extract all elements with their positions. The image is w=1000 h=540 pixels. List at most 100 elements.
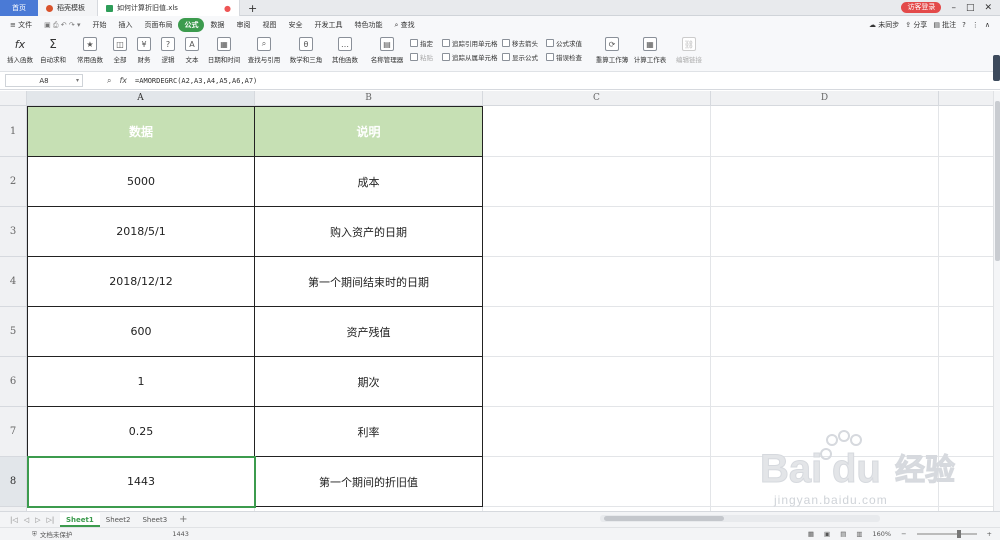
- cell-c8[interactable]: [483, 457, 711, 507]
- cell-a5[interactable]: 600: [27, 307, 255, 357]
- cell-e1[interactable]: [939, 106, 993, 157]
- cell-c7[interactable]: [483, 407, 711, 457]
- row-header-4[interactable]: 4: [0, 257, 27, 307]
- view-reading-icon[interactable]: ▥: [856, 530, 862, 538]
- column-header-d[interactable]: D: [711, 91, 939, 106]
- close-tab-icon[interactable]: ●: [224, 4, 231, 13]
- cell-b5[interactable]: 资产残值: [255, 307, 483, 357]
- specify-button[interactable]: 指定: [410, 38, 433, 48]
- view-page-icon[interactable]: ▣: [824, 530, 830, 538]
- row-header-7[interactable]: 7: [0, 407, 27, 457]
- show-formulas-button[interactable]: 显示公式: [502, 52, 538, 62]
- column-header-e[interactable]: [939, 91, 993, 106]
- zoom-out-icon[interactable]: −: [901, 530, 906, 538]
- side-panel-toggle[interactable]: [993, 55, 1000, 81]
- home-tab[interactable]: 首页: [0, 0, 38, 16]
- collapse-ribbon-icon[interactable]: ∧: [985, 21, 990, 29]
- row-header-5[interactable]: 5: [0, 307, 27, 357]
- quick-access-icons[interactable]: ▣ ⎙ ↶ ↷ ▾: [38, 18, 86, 32]
- cell-d1[interactable]: [711, 106, 939, 157]
- sheet-tab-sheet3[interactable]: Sheet3: [136, 513, 173, 527]
- name-box[interactable]: A8 ▾: [5, 74, 83, 87]
- maximize-icon[interactable]: □: [966, 3, 975, 13]
- menu-review[interactable]: 审阅: [230, 18, 256, 32]
- cell-d6[interactable]: [711, 357, 939, 407]
- other-functions-button[interactable]: … 其他函数: [330, 37, 360, 69]
- row-header-2[interactable]: 2: [0, 157, 27, 207]
- row-header-6[interactable]: 6: [0, 357, 27, 407]
- column-header-b[interactable]: B: [255, 91, 483, 106]
- next-sheet-icon[interactable]: ▷: [35, 516, 40, 524]
- cell-a8[interactable]: 1443: [27, 457, 255, 507]
- cell-a7[interactable]: 0.25: [27, 407, 255, 457]
- datetime-button[interactable]: ▦ 日期和时间: [206, 37, 242, 69]
- cell-d8[interactable]: [711, 457, 939, 507]
- cell-d7[interactable]: [711, 407, 939, 457]
- fx-icon[interactable]: fx: [119, 76, 127, 86]
- zoom-slider-handle[interactable]: [956, 530, 961, 538]
- cell-e3[interactable]: [939, 207, 993, 257]
- guest-login-button[interactable]: 访客登录: [901, 2, 942, 13]
- paste-name-button[interactable]: 粘贴: [410, 52, 433, 62]
- spreadsheet-grid[interactable]: A B C D 1 2 3 4 5 6 7 8 数据 说明 5000 成本 20…: [0, 91, 993, 511]
- cell-a3[interactable]: 2018/5/1: [27, 207, 255, 257]
- column-header-a[interactable]: A: [27, 91, 255, 106]
- cell-d2[interactable]: [711, 157, 939, 207]
- sync-status[interactable]: ☁ 未同步: [869, 20, 899, 30]
- file-tab[interactable]: 如何计算折旧值.xls ●: [98, 0, 240, 16]
- close-icon[interactable]: ✕: [984, 3, 992, 13]
- insert-function-button[interactable]: fx 插入函数: [6, 37, 34, 69]
- horizontal-scrollbar[interactable]: [600, 515, 880, 522]
- row-header-1[interactable]: 1: [0, 106, 27, 157]
- view-normal-icon[interactable]: ▦: [808, 530, 814, 538]
- row-header-8[interactable]: 8: [0, 457, 27, 507]
- cell-a6[interactable]: 1: [27, 357, 255, 407]
- logic-button[interactable]: ? 逻辑: [158, 37, 178, 69]
- help-icon[interactable]: ?: [962, 21, 966, 29]
- trace-precedents-button[interactable]: 追踪引用单元格: [442, 38, 498, 48]
- more-icon[interactable]: ⋮: [972, 21, 979, 29]
- trace-dependents-button[interactable]: 追踪从属单元格: [442, 52, 498, 62]
- zoom-icon[interactable]: ⌕: [107, 76, 111, 86]
- cell-b4[interactable]: 第一个期间结束时的日期: [255, 257, 483, 307]
- prev-sheet-icon[interactable]: ◁: [24, 516, 29, 524]
- sheet-tab-sheet2[interactable]: Sheet2: [100, 513, 137, 527]
- recalc-workbook-button[interactable]: ⟳ 重算工作簿: [594, 37, 630, 69]
- row-header-3[interactable]: 3: [0, 207, 27, 257]
- all-functions-button[interactable]: ◫ 全部: [110, 37, 130, 69]
- vertical-scrollbar[interactable]: [993, 91, 1000, 511]
- vertical-scroll-thumb[interactable]: [995, 101, 1000, 261]
- cell-d4[interactable]: [711, 257, 939, 307]
- zoom-in-icon[interactable]: +: [987, 530, 992, 538]
- cell-c1[interactable]: [483, 106, 711, 157]
- cell-d3[interactable]: [711, 207, 939, 257]
- formula-evaluate-button[interactable]: 公式求值: [546, 38, 582, 48]
- protection-status[interactable]: ⛨ 文档未保护: [32, 529, 72, 540]
- lookup-button[interactable]: ⌕ 查找与引用: [246, 37, 282, 69]
- first-sheet-icon[interactable]: |◁: [10, 516, 18, 524]
- text-button[interactable]: A 文本: [182, 37, 202, 69]
- view-preview-icon[interactable]: ▤: [840, 530, 846, 538]
- menu-page-layout[interactable]: 页面布局: [138, 18, 178, 32]
- sheet-tab-sheet1[interactable]: Sheet1: [60, 512, 100, 527]
- horizontal-scroll-thumb[interactable]: [604, 516, 724, 521]
- template-tab[interactable]: 稻壳模板: [38, 0, 98, 16]
- new-tab-button[interactable]: +: [240, 0, 265, 16]
- column-header-c[interactable]: C: [483, 91, 711, 106]
- cell-c2[interactable]: [483, 157, 711, 207]
- edit-link-button[interactable]: ⛓ 编辑链接: [674, 37, 704, 69]
- cell-b2[interactable]: 成本: [255, 157, 483, 207]
- sheet-nav-arrows[interactable]: |◁ ◁ ▷ ▷|: [10, 516, 60, 524]
- cell-c5[interactable]: [483, 307, 711, 357]
- cell-b6[interactable]: 期次: [255, 357, 483, 407]
- cell-e8[interactable]: [939, 457, 993, 507]
- cell-e5[interactable]: [939, 307, 993, 357]
- menu-developer[interactable]: 开发工具: [308, 18, 348, 32]
- select-all-corner[interactable]: [0, 91, 27, 106]
- cell-e6[interactable]: [939, 357, 993, 407]
- menu-home[interactable]: 开始: [86, 18, 112, 32]
- finance-button[interactable]: ¥ 财务: [134, 37, 154, 69]
- error-check-button[interactable]: 错误检查: [546, 52, 582, 62]
- cell-b1[interactable]: 说明: [255, 106, 483, 157]
- cell-c6[interactable]: [483, 357, 711, 407]
